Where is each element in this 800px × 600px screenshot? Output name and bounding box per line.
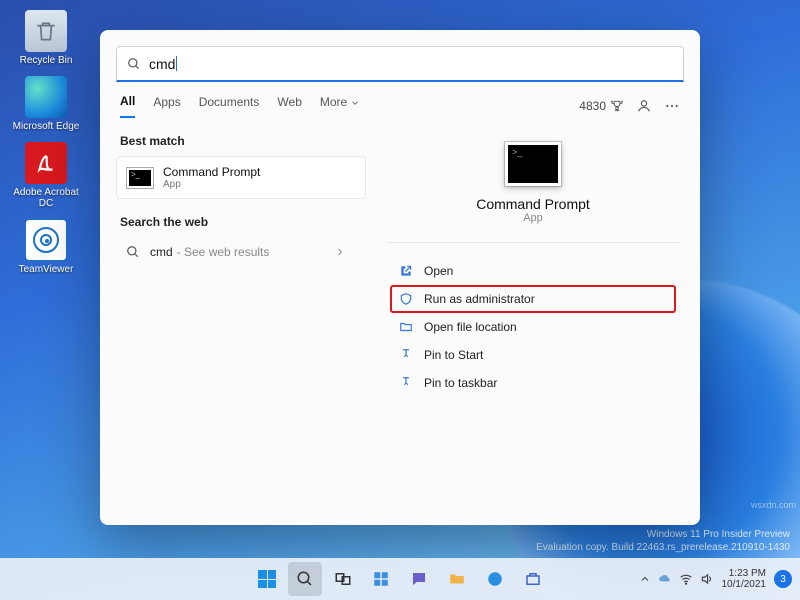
web-result-query: cmd (150, 245, 173, 259)
preview-subtitle: App (390, 212, 676, 224)
tab-all[interactable]: All (120, 94, 135, 118)
rewards-points[interactable]: 4830 (579, 99, 624, 113)
search-input[interactable]: cmd (116, 46, 684, 82)
action-pin-to-start[interactable]: Pin to Start (390, 341, 676, 369)
action-pin-to-taskbar[interactable]: Pin to taskbar (390, 369, 676, 397)
tab-documents[interactable]: Documents (199, 95, 260, 117)
windows-watermark: Windows 11 Pro Insider Preview Evaluatio… (536, 528, 790, 554)
store-icon (524, 570, 542, 588)
taskbar: 1:23 PM 10/1/2021 3 (0, 558, 800, 600)
file-explorer-button[interactable] (440, 562, 474, 596)
onedrive-icon[interactable] (658, 572, 672, 586)
taskview-icon (334, 570, 352, 588)
pin-icon (399, 348, 413, 362)
widgets-icon (372, 570, 390, 588)
acrobat-icon (33, 150, 59, 176)
action-open[interactable]: Open (390, 257, 676, 285)
trophy-icon (610, 99, 624, 113)
desktop-icon-label: Microsoft Edge (10, 121, 82, 132)
folder-icon (448, 570, 466, 588)
search-web-header: Search the web (120, 215, 362, 229)
open-icon (399, 264, 413, 278)
chevron-down-icon (350, 98, 360, 108)
wifi-icon[interactable] (679, 572, 693, 586)
search-icon (296, 570, 314, 588)
web-result-desc: - See web results (177, 245, 270, 259)
chevron-up-icon[interactable] (639, 573, 651, 585)
tab-apps[interactable]: Apps (153, 95, 180, 117)
more-options-icon[interactable] (664, 98, 680, 114)
desktop-icon-acrobat[interactable]: Adobe Acrobat DC (10, 142, 82, 209)
taskbar-search-button[interactable] (288, 562, 322, 596)
desktop-icon-label: Adobe Acrobat DC (10, 187, 82, 209)
start-button[interactable] (250, 562, 284, 596)
task-view-button[interactable] (326, 562, 360, 596)
edge-icon (486, 570, 504, 588)
taskbar-clock[interactable]: 1:23 PM 10/1/2021 (722, 568, 767, 590)
pin-icon (399, 376, 413, 390)
search-query-text: cmd (149, 56, 175, 72)
desktop-icon-label: TeamViewer (10, 264, 82, 275)
store-button[interactable] (516, 562, 550, 596)
search-tabs: All Apps Documents Web More 4830 (100, 82, 700, 118)
folder-icon (399, 320, 413, 334)
desktop-icon-recycle-bin[interactable]: Recycle Bin (10, 10, 82, 66)
action-run-as-administrator[interactable]: Run as administrator (390, 285, 676, 313)
tab-more[interactable]: More (320, 95, 360, 117)
best-match-subtitle: App (163, 179, 260, 190)
tab-web[interactable]: Web (277, 95, 301, 117)
widgets-button[interactable] (364, 562, 398, 596)
search-panel: cmd All Apps Documents Web More 4830 Bes… (100, 30, 700, 525)
search-icon (126, 245, 140, 259)
corner-watermark: wsxdn.com (751, 500, 796, 510)
best-match-title: Command Prompt (163, 165, 260, 179)
action-open-file-location[interactable]: Open file location (390, 313, 676, 341)
cmd-thumb-icon (127, 168, 153, 188)
preview-pane: Command Prompt App Open Run as administr… (366, 118, 700, 525)
recycle-bin-icon (33, 18, 59, 44)
best-match-header: Best match (120, 134, 362, 148)
desktop-icon-label: Recycle Bin (10, 55, 82, 66)
account-icon[interactable] (636, 98, 652, 114)
preview-thumb-icon (505, 142, 561, 186)
chat-button[interactable] (402, 562, 436, 596)
results-left-pane: Best match Command Prompt App Search the… (100, 118, 366, 525)
volume-icon[interactable] (700, 572, 714, 586)
windows-logo-icon (258, 570, 276, 588)
desktop-icon-teamviewer[interactable]: TeamViewer (10, 219, 82, 275)
desktop-icon-edge[interactable]: Microsoft Edge (10, 76, 82, 132)
chat-icon (410, 570, 428, 588)
edge-button[interactable] (478, 562, 512, 596)
notification-badge[interactable]: 3 (774, 570, 792, 588)
desktop-icons: Recycle Bin Microsoft Edge Adobe Acrobat… (10, 10, 82, 285)
teamviewer-icon (33, 227, 59, 253)
system-tray[interactable] (639, 572, 714, 586)
shield-icon (399, 292, 413, 306)
best-match-result[interactable]: Command Prompt App (116, 156, 366, 199)
preview-title: Command Prompt (390, 196, 676, 212)
search-icon (127, 57, 141, 71)
web-result[interactable]: cmd - See web results (116, 237, 366, 267)
chevron-right-icon (334, 246, 346, 258)
